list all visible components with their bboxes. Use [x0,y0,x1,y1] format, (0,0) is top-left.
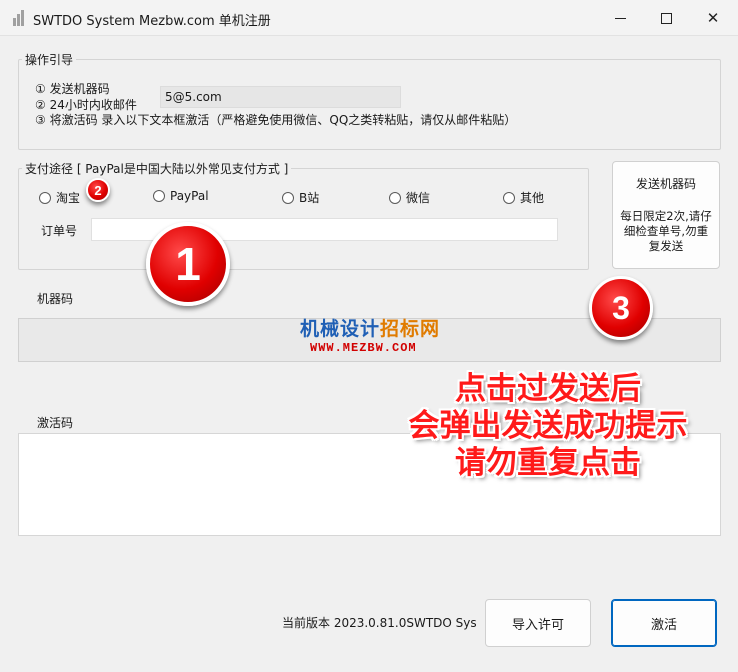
radio-circle[interactable] [389,191,401,204]
close-button[interactable]: ✕ [690,0,736,36]
activation-code-label: 激活码 [37,416,74,430]
radio-wechat[interactable]: 微信 [389,189,430,206]
window-title: SWTDO System Mezbw.com 单机注册 [33,14,271,29]
guide-step-1: ① 发送机器码 [35,82,110,96]
radio-other[interactable]: 其他 [503,189,544,206]
radio-paypal[interactable]: PayPal [153,189,209,203]
activate-button[interactable]: 激活 [611,599,717,647]
notice-line-2: 会弹出发送成功提示 [408,408,688,444]
radio-bilibili[interactable]: B站 [282,189,319,206]
minimize-button[interactable] [597,0,643,36]
import-license-label: 导入许可 [511,617,564,633]
watermark-title: 机械设计招标网 [300,314,440,341]
machine-code-label: 机器码 [37,292,74,306]
radio-label: 淘宝 [56,191,81,205]
notice-line-3: 请勿重复点击 [455,445,641,481]
title-bar: SWTDO System Mezbw.com 单机注册 ✕ [0,0,738,36]
watermark-title-accent: 招标网 [380,318,441,340]
payment-legend: 支付途径 [ PayPal是中国大陆以外常见支付方式 ] [22,160,292,177]
step-3-badge: 3 [589,276,653,340]
maximize-icon [660,12,672,24]
close-icon: ✕ [706,9,720,27]
step-1-badge: 1 [146,222,230,306]
radio-label: B站 [299,191,320,205]
send-button-label: 发送机器码 [635,177,696,191]
watermark: 机械设计招标网 WWW.MEZBW.COM [300,314,440,355]
radio-label: PayPal [170,189,209,203]
radio-label: 其他 [520,191,545,205]
import-license-button[interactable]: 导入许可 [485,599,591,647]
step-2-badge: 2 [86,178,110,202]
radio-circle[interactable] [153,190,165,202]
order-number-label: 订单号 [41,224,78,238]
watermark-title-main: 机械设计 [300,318,381,340]
send-machine-code-button[interactable]: 发送机器码 每日限定2次,请仔细检查单号,勿重复发送 [612,161,720,269]
version-text: 当前版本 2023.0.81.0SWTDO Sys [282,616,477,630]
radio-circle[interactable] [282,191,294,204]
guide-step-3: ③ 将激活码 录入以下文本框激活（严格避免使用微信、QQ之类转粘贴，请仅从邮件粘… [35,113,517,127]
activate-label: 激活 [650,617,677,633]
minimize-icon [614,17,626,19]
email-field[interactable]: 5@5.com [160,86,401,108]
guide-legend: 操作引导 [22,51,77,68]
watermark-url: WWW.MEZBW.COM [310,341,417,355]
radio-circle[interactable] [39,191,51,204]
radio-taobao[interactable]: 淘宝 [39,189,80,206]
app-icon [13,10,25,26]
radio-circle[interactable] [503,191,515,204]
notice-line-1: 点击过发送后 [455,371,641,407]
warning-notice: 点击过发送后 会弹出发送成功提示 请勿重复点击 [378,371,718,482]
maximize-button[interactable] [643,0,689,36]
send-button-note: 每日限定2次,请仔细检查单号,勿重复发送 [620,209,712,253]
radio-label: 微信 [406,191,431,205]
